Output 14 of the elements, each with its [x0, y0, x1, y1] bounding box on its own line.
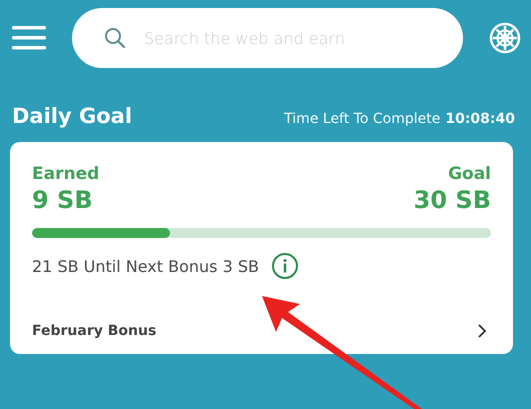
wheel-icon[interactable]	[489, 22, 521, 54]
goal-label: Goal	[448, 164, 491, 184]
info-icon[interactable]	[271, 252, 299, 280]
time-left-label: Time Left To Complete	[284, 111, 440, 127]
earned-amount: 9 SB	[32, 186, 93, 214]
chevron-icon	[477, 323, 487, 339]
menu-icon[interactable]	[12, 25, 46, 51]
february-bonus-link[interactable]: February Bonus	[32, 318, 491, 344]
search-icon	[104, 27, 126, 49]
earned-label: Earned	[32, 164, 100, 184]
bonus-text: 21 SB Until Next Bonus 3 SB	[32, 256, 259, 276]
section-title: Daily Goal	[12, 104, 132, 128]
goal-amount: 30 SB	[414, 186, 491, 214]
time-left-value: 10:08:40	[445, 111, 515, 127]
